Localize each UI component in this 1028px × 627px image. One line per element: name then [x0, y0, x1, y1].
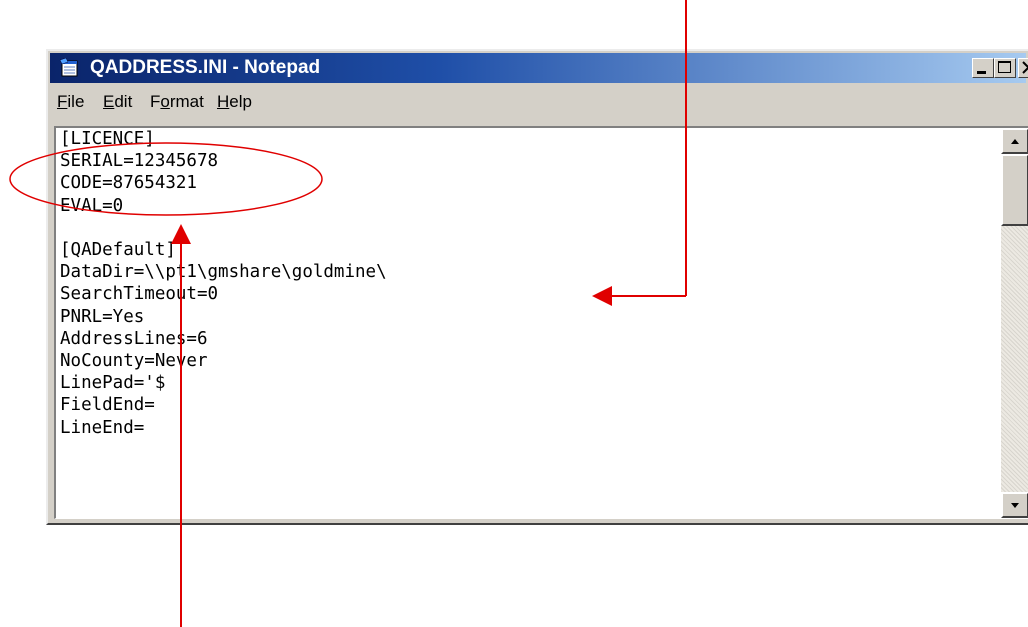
editor-line[interactable]: EVAL=0 [60, 196, 123, 216]
menu-help-accel: H [217, 92, 230, 111]
maximize-icon [998, 61, 1011, 73]
editor-line[interactable]: CODE=87654321 [60, 173, 197, 193]
menu-file-accel: F [57, 92, 68, 111]
notepad-icon[interactable] [58, 57, 80, 78]
close-icon [1022, 61, 1028, 74]
minimize-button[interactable] [972, 58, 994, 78]
menu-help[interactable]: Help [217, 92, 252, 112]
editor-line[interactable]: NoCounty=Never [60, 351, 208, 371]
window-title: QADDRESS.INI - Notepad [90, 57, 321, 78]
menu-bar: File Edit Format Help [50, 87, 1026, 115]
menu-edit[interactable]: Edit [103, 92, 132, 112]
editor-line[interactable]: SearchTimeout=0 [60, 284, 218, 304]
close-button[interactable] [1018, 58, 1028, 78]
menu-edit-accel: E [103, 92, 115, 111]
scrollbar-thumb[interactable] [1001, 154, 1028, 226]
menu-format-pre: F [150, 92, 161, 111]
editor-text[interactable]: [LICENCE] SERIAL=12345678 CODE=87654321 … [58, 128, 988, 439]
arrow-up-icon [1011, 139, 1019, 144]
text-editor[interactable]: [LICENCE] SERIAL=12345678 CODE=87654321 … [54, 126, 1028, 519]
editor-line[interactable]: AddressLines=6 [60, 329, 208, 349]
menu-file[interactable]: File [57, 92, 84, 112]
text-area[interactable]: [LICENCE] SERIAL=12345678 CODE=87654321 … [58, 128, 988, 516]
maximize-button[interactable] [994, 58, 1016, 78]
menu-format-label: rmat [169, 92, 204, 111]
menu-help-label: elp [229, 92, 252, 111]
scroll-up-button[interactable] [1001, 128, 1028, 154]
editor-line[interactable]: [QADefault] [60, 240, 176, 260]
editor-line[interactable]: LinePad='$ [60, 373, 165, 393]
minimize-icon [977, 71, 986, 74]
arrow-down-icon [1011, 503, 1019, 508]
menu-file-label: ile [67, 92, 85, 111]
menu-format[interactable]: Format [150, 92, 204, 112]
editor-line[interactable]: FieldEnd= [60, 395, 155, 415]
editor-line[interactable]: LineEnd= [60, 418, 144, 438]
editor-line[interactable]: PNRL=Yes [60, 307, 144, 327]
title-bar[interactable]: QADDRESS.INI - Notepad [50, 53, 1028, 83]
notepad-window: QADDRESS.INI - Notepad File Edit Format … [46, 49, 1028, 525]
editor-line[interactable]: SERIAL=12345678 [60, 151, 218, 171]
editor-line[interactable]: [LICENCE] [60, 129, 155, 149]
menu-edit-label: dit [114, 92, 133, 111]
scroll-down-button[interactable] [1001, 492, 1028, 518]
menu-format-accel: o [160, 92, 170, 111]
vertical-scrollbar[interactable] [1001, 128, 1028, 518]
editor-line[interactable]: DataDir=\\pt1\gmshare\goldmine\ [60, 262, 387, 282]
